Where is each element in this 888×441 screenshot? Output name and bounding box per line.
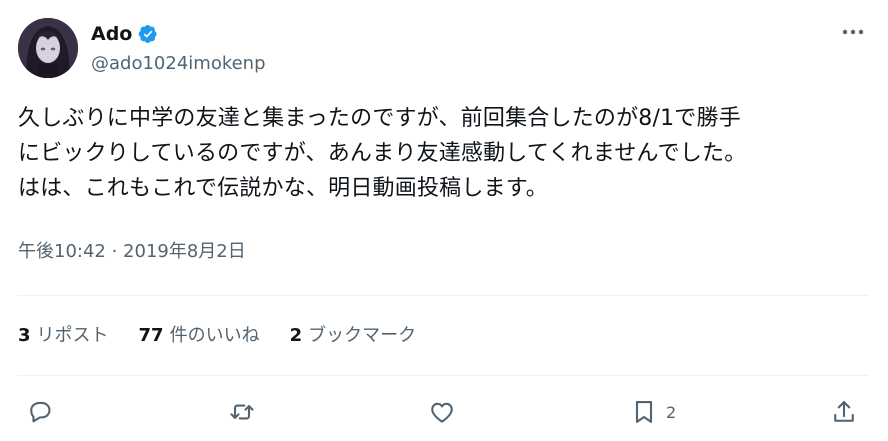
reply-button[interactable] bbox=[26, 397, 54, 427]
repost-count-link[interactable]: 3 リポスト bbox=[18, 324, 109, 348]
tweet-stats: 3 リポスト 77 件のいいね 2 ブックマーク bbox=[18, 324, 416, 348]
repost-button[interactable] bbox=[228, 397, 256, 427]
user-handle[interactable]: @ado1024imokenp bbox=[91, 53, 266, 75]
share-icon bbox=[834, 401, 854, 422]
author-name-row: Ado bbox=[91, 22, 158, 46]
like-button[interactable] bbox=[428, 397, 456, 427]
more-options-button[interactable] bbox=[838, 22, 868, 42]
more-options-icon bbox=[842, 29, 864, 35]
share-button[interactable] bbox=[830, 397, 858, 427]
like-count-link[interactable]: 77 件のいいね bbox=[139, 324, 260, 348]
like-count: 77 bbox=[138, 325, 164, 346]
repost-icon bbox=[230, 404, 254, 420]
verified-badge-icon bbox=[138, 24, 158, 44]
tweet-text: 久しぶりに中学の友達と集まったのですが、前回集合したのが8/1で勝手 にビックり… bbox=[18, 106, 747, 201]
bookmark-count-link[interactable]: 2 ブックマーク bbox=[290, 324, 417, 348]
display-name[interactable]: Ado bbox=[91, 22, 132, 46]
divider bbox=[18, 375, 868, 376]
repost-label: リポスト bbox=[36, 325, 109, 346]
repost-count: 3 bbox=[18, 325, 31, 346]
tweet-timestamp[interactable]: 午後10:42 · 2019年8月2日 bbox=[18, 240, 246, 264]
like-label: 件のいいね bbox=[169, 325, 260, 346]
bookmark-icon bbox=[635, 401, 653, 423]
divider bbox=[18, 295, 868, 296]
bookmark-button[interactable]: 2 bbox=[630, 397, 676, 427]
reply-icon bbox=[30, 401, 51, 423]
like-icon bbox=[431, 402, 453, 423]
bookmark-label: ブックマーク bbox=[308, 325, 417, 346]
bookmark-action-count: 2 bbox=[666, 402, 677, 422]
bookmark-count: 2 bbox=[289, 325, 303, 346]
avatar[interactable] bbox=[18, 18, 78, 78]
